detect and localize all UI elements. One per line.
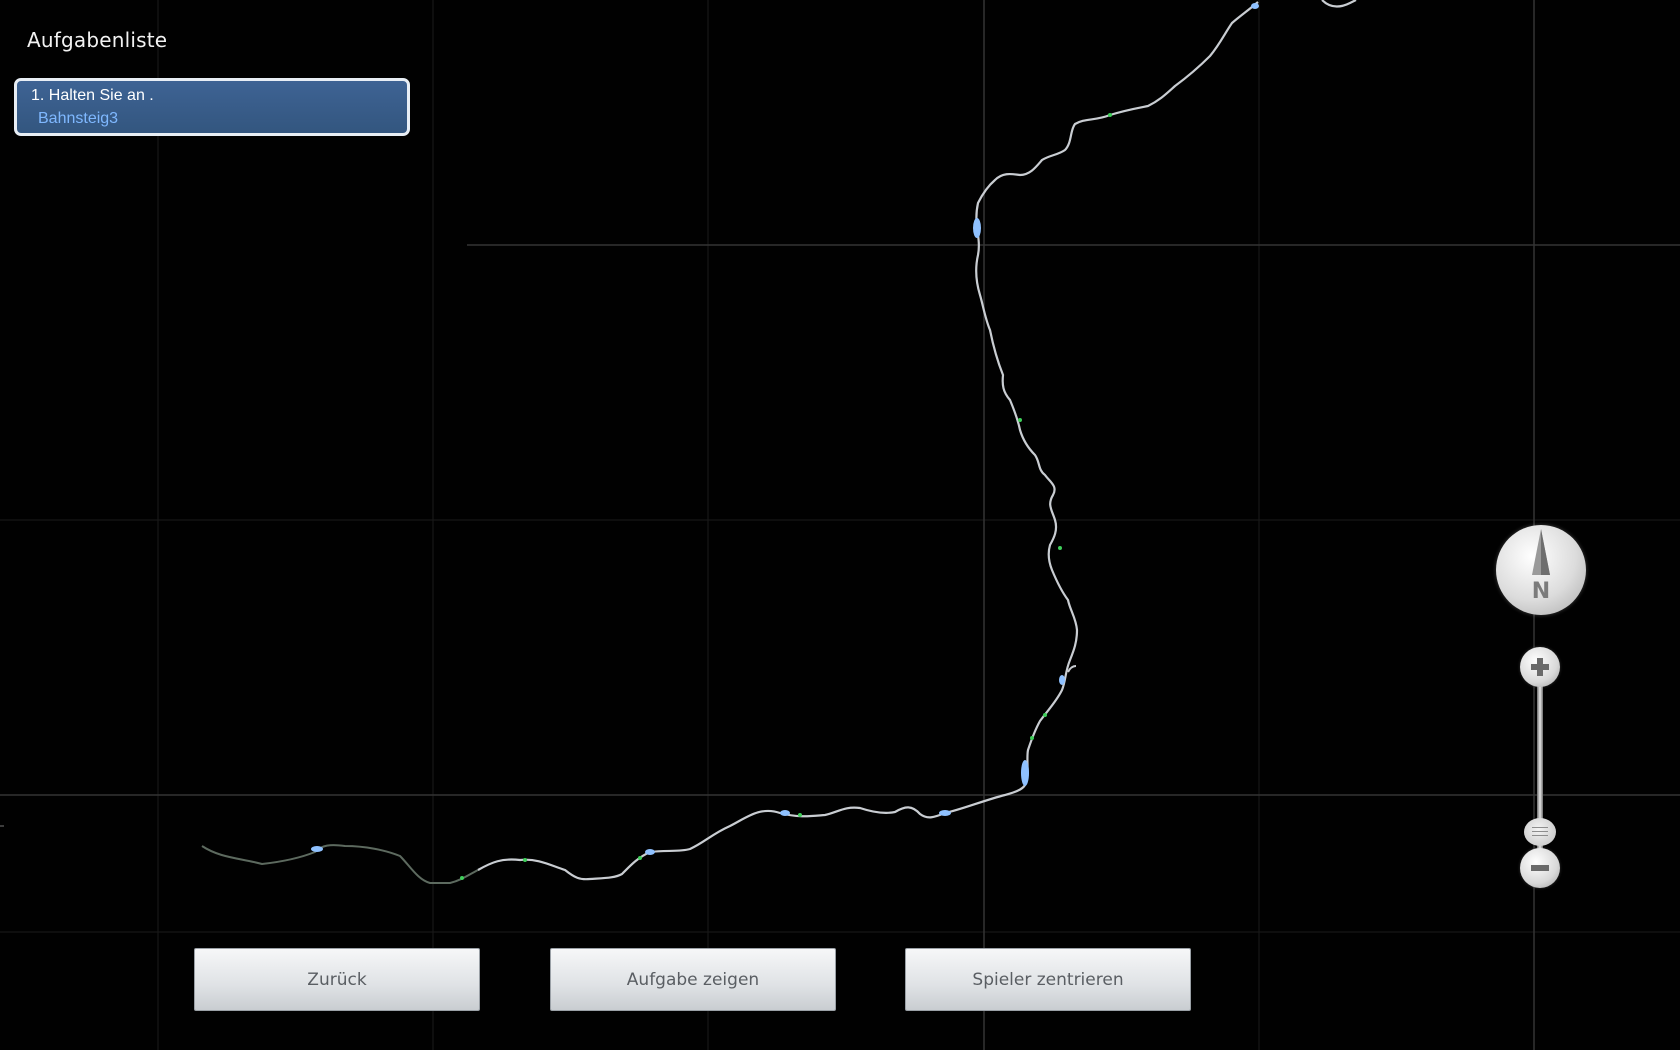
- signal-markers: [460, 113, 1112, 880]
- track-line-inactive: [201, 844, 479, 884]
- track-line-top-right: [1321, 0, 1357, 8]
- track-line: [477, 1, 1259, 881]
- track-branch: [1067, 665, 1077, 673]
- show-task-button[interactable]: Aufgabe zeigen: [550, 948, 836, 1011]
- plus-icon: [1531, 658, 1549, 676]
- task-item[interactable]: 1. Halten Sie an . Bahnsteig3: [14, 78, 410, 136]
- map-grid-major: [0, 0, 1680, 1050]
- zoom-in-button[interactable]: [1520, 647, 1560, 687]
- task-instruction: 1. Halten Sie an .: [31, 87, 154, 104]
- route-map[interactable]: [0, 0, 1680, 1050]
- map-grid: [0, 0, 1680, 1050]
- compass-arrow-icon: N: [1532, 529, 1550, 604]
- zoom-out-button[interactable]: [1520, 848, 1560, 888]
- station-markers: [311, 3, 1259, 855]
- grip-line: [1532, 835, 1548, 836]
- compass-label: N: [1532, 579, 1550, 604]
- zoom-slider-handle[interactable]: [1524, 818, 1556, 846]
- task-list-header: Aufgabenliste: [27, 28, 168, 52]
- back-button[interactable]: Zurück: [194, 948, 480, 1011]
- task-target-station[interactable]: Bahnsteig3: [38, 110, 118, 128]
- minus-icon: [1531, 865, 1549, 871]
- center-player-button[interactable]: Spieler zentrieren: [905, 948, 1191, 1011]
- map-screen: Aufgabenliste 1. Halten Sie an . Bahnste…: [0, 0, 1680, 1050]
- grip-line: [1532, 827, 1548, 828]
- compass-north-icon[interactable]: N: [1496, 525, 1586, 615]
- grip-line: [1532, 831, 1548, 832]
